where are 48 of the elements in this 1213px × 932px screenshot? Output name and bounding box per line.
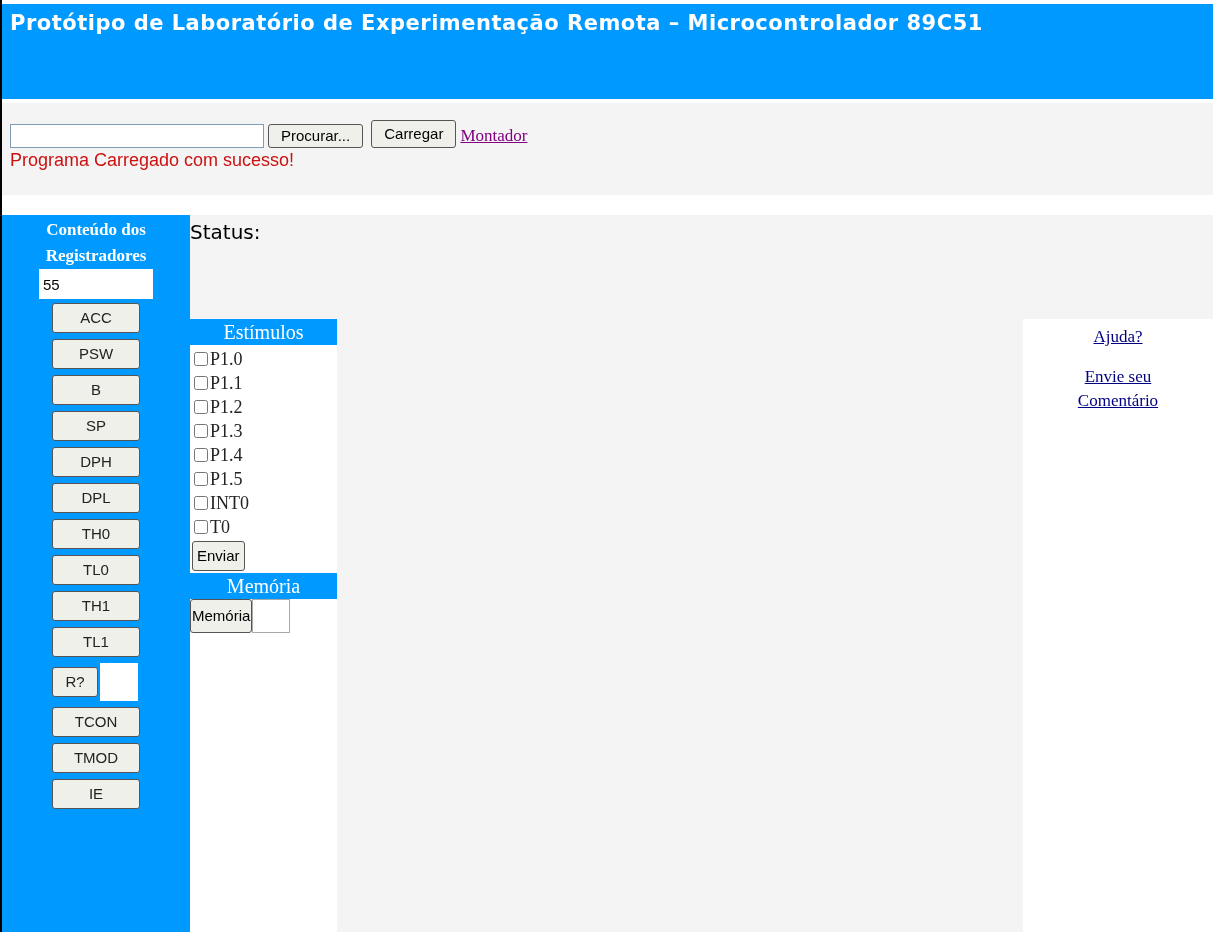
section-header: Memória xyxy=(190,573,337,599)
checkbox[interactable] xyxy=(194,496,208,510)
memory-button[interactable]: Memória xyxy=(190,599,253,633)
checkbox-label: P1.4 xyxy=(210,443,243,467)
status-label: Status: xyxy=(190,220,261,244)
checkbox[interactable] xyxy=(194,376,208,390)
panel-title: Registradores xyxy=(45,245,147,267)
checkbox[interactable] xyxy=(194,352,208,366)
file-path-field[interactable] xyxy=(10,123,264,148)
browse-button[interactable]: Procurar... xyxy=(268,123,364,148)
register-button[interactable]: R? xyxy=(52,667,98,697)
register-button[interactable]: IE xyxy=(52,779,140,809)
register-button[interactable]: B xyxy=(52,375,140,405)
checkbox-label: P1.5 xyxy=(210,467,243,491)
register-button[interactable]: ACC xyxy=(52,303,140,333)
send-button[interactable]: Enviar xyxy=(192,541,245,571)
register-button[interactable]: TH0 xyxy=(52,519,140,549)
help-link[interactable]: Ajuda? xyxy=(1058,325,1178,349)
checkbox[interactable] xyxy=(194,472,208,486)
register-button[interactable]: PSW xyxy=(52,339,140,369)
checkbox[interactable] xyxy=(194,400,208,414)
checkbox-label: P1.1 xyxy=(210,371,243,395)
register-button[interactable]: TH1 xyxy=(52,591,140,621)
checkbox[interactable] xyxy=(194,448,208,462)
load-button[interactable]: Carregar xyxy=(371,119,457,148)
checkbox-label: T0 xyxy=(210,515,230,539)
register-value-field[interactable]: 55 xyxy=(39,269,153,299)
register-button[interactable]: TCON xyxy=(52,707,140,737)
register-button[interactable]: DPH xyxy=(52,447,140,477)
register-button[interactable]: DPL xyxy=(52,483,140,513)
help-link[interactable]: Envie seu Comentário xyxy=(1058,365,1178,413)
checkbox-label: P1.2 xyxy=(210,395,243,419)
assembler-link[interactable]: Montador xyxy=(460,123,528,149)
register-button[interactable]: TL0 xyxy=(52,555,140,585)
section-header: Estímulos xyxy=(190,319,337,345)
panel-title: Conteúdo dos xyxy=(46,219,146,241)
memory-address-field[interactable] xyxy=(252,599,291,633)
register-button[interactable]: TMOD xyxy=(52,743,140,773)
register-button[interactable]: TL1 xyxy=(52,627,140,657)
checkbox-label: P1.3 xyxy=(210,419,243,443)
success-message: Programa Carregado com sucesso! xyxy=(10,148,296,171)
checkbox-label: P1.0 xyxy=(210,347,243,371)
register-number-field[interactable] xyxy=(100,663,138,701)
checkbox[interactable] xyxy=(194,424,208,438)
page-title: Protótipo de Laboratório de Experimentação Remota – Microcontrolador 89C51 xyxy=(10,10,984,37)
register-button[interactable]: SP xyxy=(52,411,140,441)
checkbox-label: INT0 xyxy=(210,491,249,515)
checkbox[interactable] xyxy=(194,520,208,534)
